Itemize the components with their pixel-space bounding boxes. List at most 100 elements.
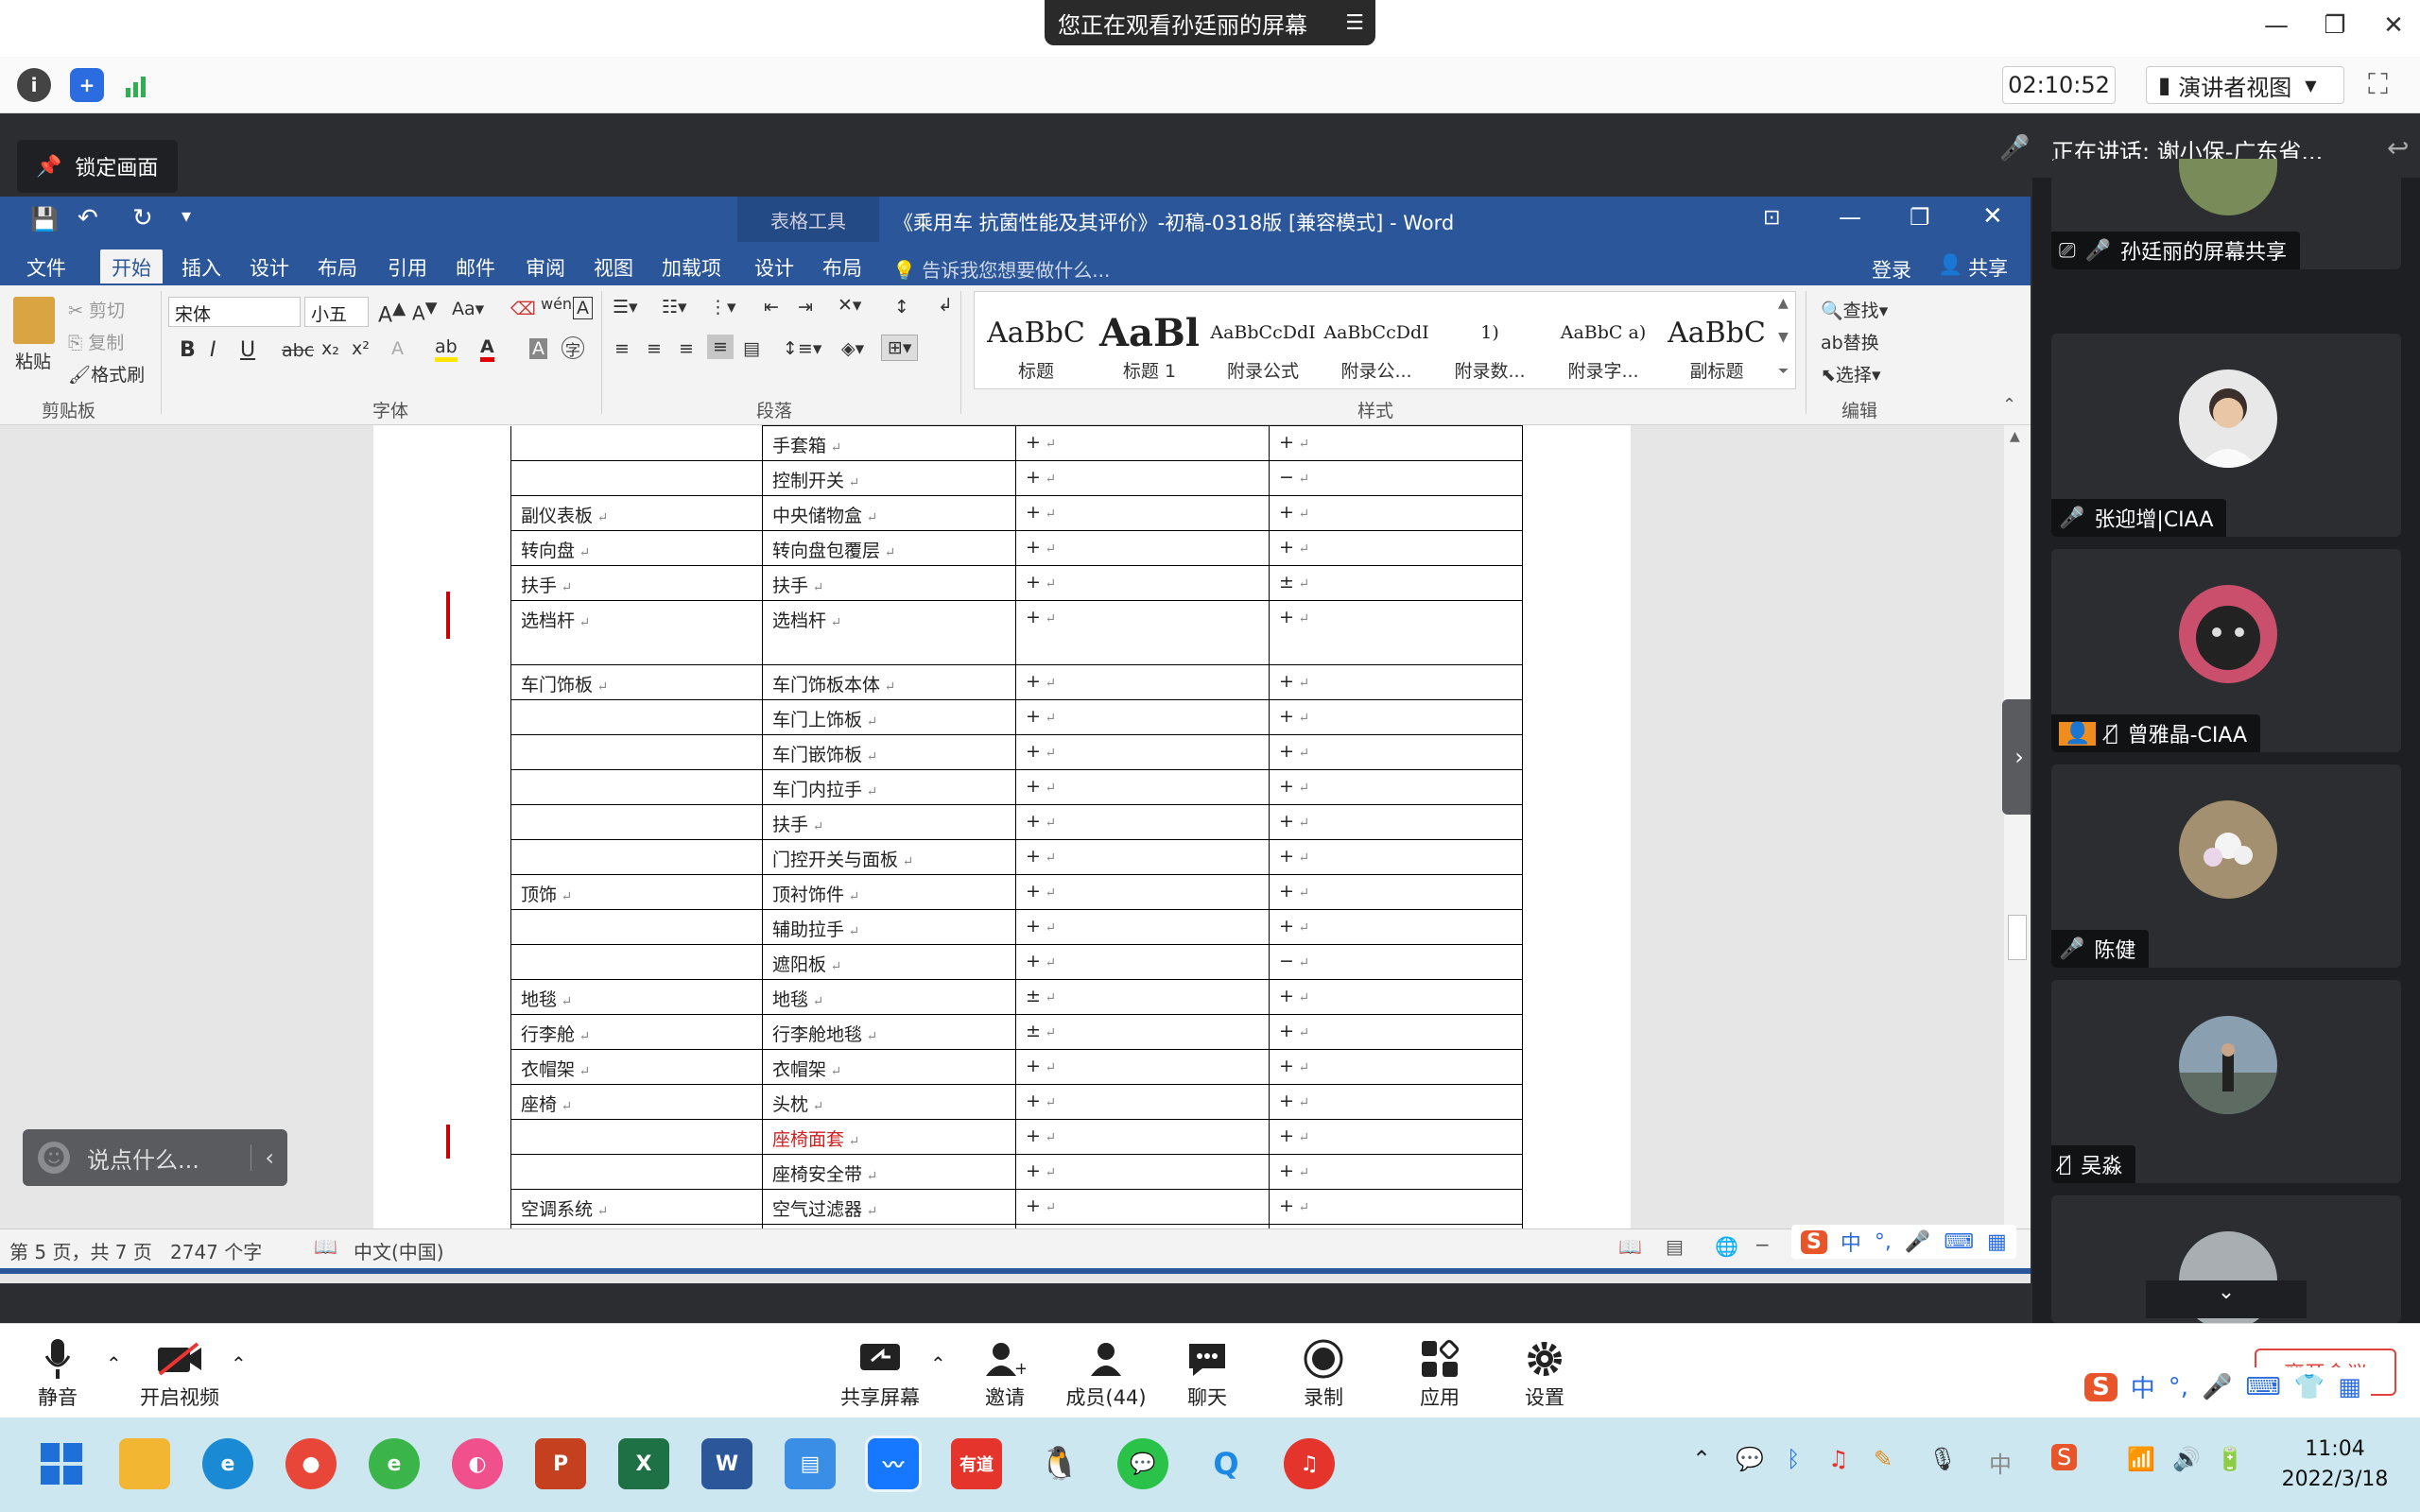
subscript-icon[interactable]: x₂ [321, 338, 339, 359]
web-layout-icon[interactable]: 🌐 [1715, 1235, 1738, 1258]
table-cell[interactable] [510, 944, 763, 980]
chevron-down-icon[interactable]: ⌄ [2146, 1280, 2307, 1318]
login-link[interactable]: 登录 [1872, 255, 1911, 284]
share-notice[interactable]: 您正在观看孙廷丽的屏幕 ☰ [1045, 0, 1375, 45]
table-cell[interactable]: 衣帽架 ↵ [510, 1049, 763, 1085]
align-right-icon[interactable]: ≡ [679, 338, 694, 359]
table-cell[interactable]: + ↵ [1269, 530, 1523, 566]
table-cell[interactable] [510, 769, 763, 805]
ime-floating-toolbar[interactable]: S 中 °, 🎤 ⌨ 👕 ▦ [2075, 1367, 2371, 1406]
table-cell[interactable] [510, 1119, 763, 1155]
chevron-left-icon[interactable]: ‹ [251, 1144, 274, 1171]
table-cell[interactable]: + ↵ [1015, 804, 1270, 840]
table-cell[interactable]: 座椅安全带 ↵ [762, 1154, 1016, 1190]
table-cell[interactable]: + ↵ [1015, 1084, 1270, 1120]
replace-button[interactable]: ab替换 [1821, 329, 1879, 354]
ime-apps-icon[interactable]: ▦ [2338, 1373, 2361, 1401]
table-cell[interactable]: 地毯 ↵ [762, 979, 1016, 1015]
restore-button[interactable]: ❐ [2316, 11, 2354, 40]
table-cell[interactable]: 座椅 ↵ [510, 1084, 763, 1120]
paste-button[interactable]: 粘贴 [15, 348, 51, 373]
copy-button[interactable]: ⎘ 复制 [68, 329, 124, 354]
chinese-layout-icon[interactable]: ✕▾ [838, 295, 861, 316]
gallery-scroll-up-icon[interactable]: ▲ [1778, 296, 1789, 311]
system-clock[interactable]: 11:04 2022/3/18 [2269, 1435, 2401, 1495]
table-cell[interactable]: + ↵ [1015, 1049, 1270, 1085]
tell-me-box[interactable]: 💡 告诉我您想要做什么... [892, 255, 1110, 283]
panel-toggle-button[interactable]: › [2002, 699, 2031, 815]
tab-file[interactable]: 文件 [15, 249, 78, 284]
ie-browser-icon[interactable]: e [369, 1438, 420, 1489]
font-size-select[interactable]: 小五 [304, 297, 369, 327]
ime-punct[interactable]: °, [2169, 1373, 2188, 1401]
table-cell[interactable]: 车门饰板本体 ↵ [762, 664, 1016, 700]
shield-icon[interactable]: + [70, 68, 104, 102]
chrome-browser-icon[interactable]: ● [285, 1438, 337, 1489]
table-cell[interactable]: + ↵ [1269, 804, 1523, 840]
table-cell[interactable]: + ↵ [1269, 769, 1523, 805]
table-cell[interactable]: 副仪表板 ↵ [510, 495, 763, 531]
netease-music-icon[interactable]: ♫ [1284, 1438, 1335, 1489]
print-layout-icon[interactable]: ▤ [1666, 1235, 1684, 1258]
shading-icon[interactable]: ◈▾ [841, 338, 864, 359]
table-cell[interactable]: 顶饰 ↵ [510, 874, 763, 910]
align-left-icon[interactable]: ≡ [614, 338, 630, 359]
table-cell[interactable]: 地毯 ↵ [510, 979, 763, 1015]
word-count[interactable]: 2747 个字 [170, 1237, 262, 1264]
table-cell[interactable]: 车门内拉手 ↵ [762, 769, 1016, 805]
style-subtitle[interactable]: AaBbC 副标题 [1661, 307, 1772, 387]
share-screen-button[interactable]: 共享屏幕 [828, 1335, 932, 1411]
table-cell[interactable]: + ↵ [1015, 699, 1270, 735]
font-name-select[interactable]: 宋体 [168, 297, 301, 327]
style-appendix-letter[interactable]: AaBbC a) 附录字... [1547, 307, 1659, 387]
video-button[interactable]: 开启视频 [128, 1335, 232, 1411]
table-cell[interactable]: + ↵ [1269, 600, 1523, 665]
page-count[interactable]: 第 5 页，共 7 页 [9, 1237, 152, 1264]
font-color-icon[interactable]: A [480, 336, 494, 362]
word-minimize-button[interactable]: — [1839, 204, 1861, 231]
change-case-icon[interactable]: Aa▾ [452, 299, 484, 319]
table-cell[interactable]: 扶手 ↵ [762, 804, 1016, 840]
ime-toolbar[interactable]: S 中 °, 🎤 ⌨ ▦ [1791, 1225, 2016, 1259]
table-cell[interactable]: + ↵ [1269, 664, 1523, 700]
shrink-font-icon[interactable]: A▼ [412, 299, 438, 325]
style-appendix-number[interactable]: 1) 附录数... [1434, 307, 1546, 387]
text-effects-icon[interactable]: A [391, 338, 404, 359]
table-cell[interactable]: 辅助拉手 ↵ [762, 909, 1016, 945]
table-cell[interactable]: + ↵ [1015, 1154, 1270, 1190]
table-cell[interactable]: + ↵ [1269, 874, 1523, 910]
read-mode-icon[interactable]: 📖 [1618, 1235, 1642, 1258]
italic-icon[interactable]: I [210, 338, 216, 362]
phonetic-guide-icon[interactable]: wén [541, 295, 572, 313]
table-cell[interactable]: + ↵ [1015, 425, 1270, 461]
ime-mic-icon[interactable]: 🎤 [1905, 1230, 1930, 1254]
table-cell[interactable]: + ↵ [1015, 600, 1270, 665]
table-cell[interactable]: + ↵ [1015, 874, 1270, 910]
tab-review[interactable]: 审阅 [514, 249, 577, 284]
table-cell[interactable]: 中央储物盒 ↵ [762, 495, 1016, 531]
table-cell[interactable]: + ↵ [1015, 530, 1270, 566]
signal-icon[interactable] [121, 68, 155, 102]
tab-references[interactable]: 引用 [376, 249, 439, 284]
settings-button[interactable]: 设置 [1493, 1335, 1597, 1411]
table-cell[interactable]: + ↵ [1015, 909, 1270, 945]
table-cell[interactable]: 空调系统 ↵ [510, 1189, 763, 1225]
increase-indent-icon[interactable]: ⇥ [798, 297, 813, 318]
highlight-icon[interactable]: ab [435, 336, 458, 362]
notepad-icon[interactable]: ▤ [785, 1438, 836, 1489]
table-cell[interactable]: 门控开关与面板 ↵ [762, 839, 1016, 875]
table-cell[interactable]: + ↵ [1015, 664, 1270, 700]
search-app-icon[interactable]: Q [1201, 1438, 1252, 1489]
proofing-icon[interactable]: 📖 [314, 1235, 337, 1258]
table-cell[interactable]: 转向盘包覆层 ↵ [762, 530, 1016, 566]
document-table[interactable]: 手套箱 ↵ + ↵ + ↵ 控制开关 ↵ + ↵ − ↵ 副仪表板 ↵ 中央储物盒 ↵ + ↵ +… [510, 425, 1523, 1228]
chevron-up-icon[interactable]: ⌃ [930, 1352, 946, 1375]
bluetooth-icon[interactable]: ᛒ [1787, 1446, 1800, 1472]
participant-tile[interactable]: 👤 🎙̸ 曾雅晶-CIAA [2051, 549, 2401, 752]
mute-button[interactable]: 静音 [6, 1335, 110, 1411]
table-cell[interactable]: + ↵ [1269, 425, 1523, 461]
chat-quick-input[interactable]: ☻ 说点什么... ‹ [23, 1129, 287, 1186]
show-marks-icon[interactable]: ↲ [938, 295, 953, 316]
table-cell[interactable] [510, 734, 763, 770]
table-cell[interactable] [510, 460, 763, 496]
